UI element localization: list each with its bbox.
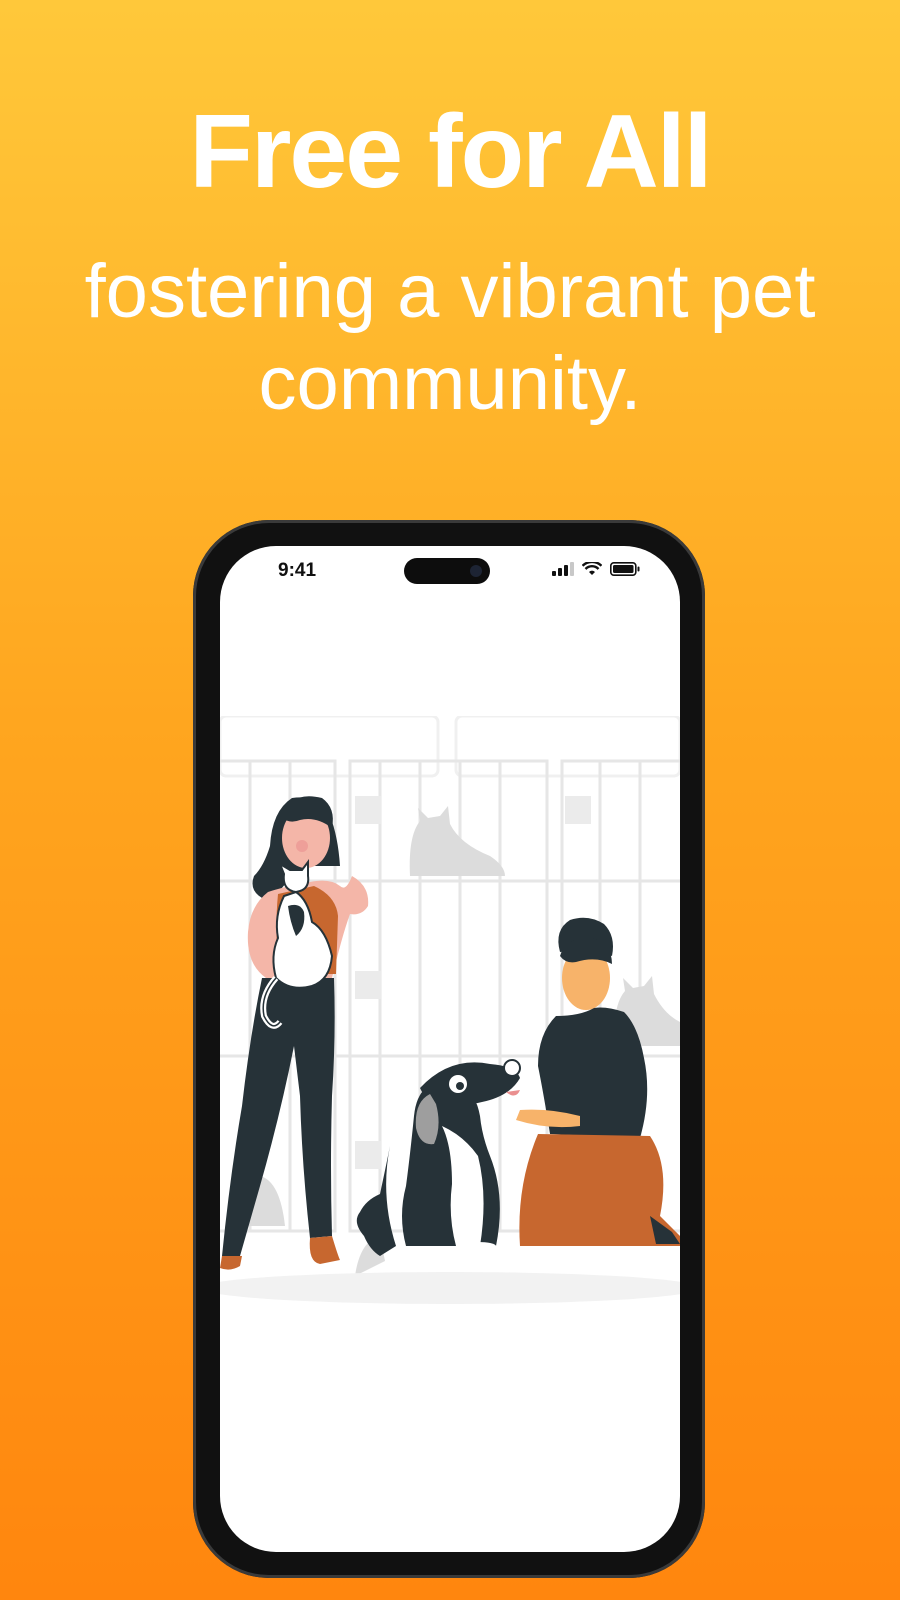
phone-screen: 9:41 (220, 546, 680, 1552)
wifi-icon (582, 562, 602, 575)
subheadline: fostering a vibrant pet community. (84, 249, 816, 426)
man-figure (516, 917, 680, 1246)
battery-icon (610, 562, 640, 576)
pet-shelter-illustration (220, 716, 680, 1304)
headline: Free for All (189, 94, 712, 210)
signal-icon (552, 562, 574, 576)
status-icons (552, 562, 640, 576)
status-time: 9:41 (278, 560, 317, 581)
woman-figure (220, 796, 369, 1270)
dynamic-island (404, 558, 490, 584)
camera-icon (470, 565, 482, 577)
